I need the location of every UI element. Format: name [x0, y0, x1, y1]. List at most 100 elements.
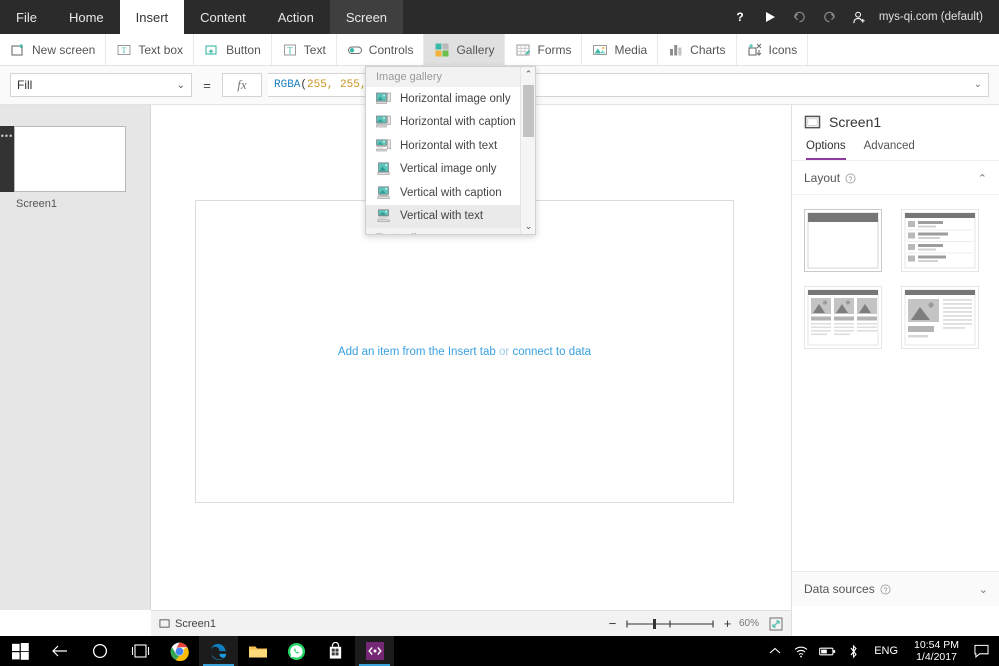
ribbon-charts[interactable]: Charts — [658, 34, 737, 65]
canvas-empty-hint: Add an item from the Insert tab or conne… — [338, 346, 591, 358]
dropdown-item-horizontal-with-caption[interactable]: Horizontal with caption — [366, 111, 535, 135]
screen-icon — [159, 619, 170, 628]
dropdown-item-vertical-with-text[interactable]: Vertical with text — [366, 204, 535, 228]
language-indicator[interactable]: ENG — [866, 645, 906, 657]
ribbon-controls[interactable]: Controls — [337, 34, 425, 65]
canvas-hint-connect-data-link[interactable]: connect to data — [512, 346, 591, 358]
horizontal-with-text-icon — [376, 139, 391, 152]
property-selector[interactable]: Fill ⌄ — [10, 73, 192, 97]
show-hidden-icons-icon[interactable] — [762, 636, 788, 666]
chevron-up-icon[interactable]: ⌃ — [521, 67, 535, 82]
clock-time: 10:54 PM — [914, 639, 959, 651]
store-icon[interactable] — [316, 636, 355, 666]
bluetooth-icon[interactable] — [840, 636, 866, 666]
ribbon-button[interactable]: Button — [194, 34, 272, 65]
ribbon-gallery[interactable]: Gallery — [424, 34, 506, 65]
ribbon-new-screen[interactable]: New screen — [0, 34, 107, 65]
dropdown-item-horizontal-with-text[interactable]: Horizontal with text — [366, 134, 535, 158]
zoom-percent-label: 60% — [739, 618, 760, 629]
canvas-screen1[interactable]: Add an item from the Insert tab or conne… — [195, 200, 734, 503]
chevron-down-icon[interactable]: ⌄ — [979, 583, 988, 596]
fit-to-screen-icon[interactable] — [769, 617, 783, 631]
play-icon[interactable] — [755, 0, 785, 34]
properties-panel-tabs: Options Advanced — [792, 137, 999, 161]
formula-open-paren: ( — [300, 79, 308, 91]
fx-label: fx — [237, 77, 247, 92]
menu-tab-file[interactable]: File — [0, 0, 53, 34]
menu-tab-action[interactable]: Action — [262, 0, 330, 34]
menubar-actions: ? mys-qi.com (default) — [725, 0, 999, 34]
ribbon-icons[interactable]: Icons — [737, 34, 809, 65]
file-explorer-icon[interactable] — [238, 636, 277, 666]
canvas-hint-or: or — [499, 345, 510, 358]
layout-card-image-text[interactable] — [900, 286, 979, 349]
ribbon-media-label: Media — [614, 42, 648, 57]
dropdown-item-vertical-with-caption[interactable]: Vertical with caption — [366, 181, 535, 205]
ribbon-forms[interactable]: Forms — [505, 34, 583, 65]
tab-advanced[interactable]: Advanced — [864, 137, 915, 160]
add-user-icon[interactable] — [845, 0, 875, 34]
dropdown-scrollbar-thumb[interactable] — [523, 85, 534, 137]
cortana-circle-icon[interactable] — [80, 636, 120, 666]
canvas-hint-insert-link[interactable]: Add an item from the Insert tab — [338, 346, 496, 358]
screen-icon — [804, 115, 821, 128]
zoom-slider[interactable] — [624, 617, 716, 631]
back-arrow-icon[interactable] — [40, 636, 80, 666]
layout-card-list[interactable] — [900, 209, 979, 272]
action-center-icon[interactable] — [967, 636, 995, 666]
zoom-in-button[interactable]: + — [722, 616, 733, 631]
data-sources-title-wrap: Data sources ? — [804, 582, 891, 596]
windows-start-icon[interactable] — [0, 636, 40, 666]
ribbon-media[interactable]: Media — [582, 34, 659, 65]
wifi-icon[interactable] — [788, 636, 814, 666]
chrome-icon[interactable] — [160, 636, 199, 666]
fx-button[interactable]: fx — [222, 73, 262, 97]
screen-thumbnail-item[interactable]: ••• — [0, 126, 150, 192]
chevron-up-icon[interactable]: ⌃ — [978, 172, 987, 185]
status-screen-label: Screen1 — [175, 617, 216, 630]
menu-tab-insert-label: Insert — [135, 9, 169, 25]
tab-options[interactable]: Options — [806, 137, 846, 160]
battery-icon[interactable] — [814, 636, 840, 666]
powerapps-icon[interactable] — [355, 636, 394, 666]
zoom-out-button[interactable]: − — [607, 616, 618, 631]
edge-icon[interactable] — [199, 636, 238, 666]
media-icon — [593, 44, 608, 55]
redo-icon[interactable] — [815, 0, 845, 34]
dropdown-item-horizontal-image-only[interactable]: Horizontal image only — [366, 87, 535, 111]
undo-icon[interactable] — [785, 0, 815, 34]
dropdown-item-vertical-image-only[interactable]: Vertical image only — [366, 158, 535, 182]
property-selector-value: Fill — [17, 78, 33, 92]
data-sources-section[interactable]: Data sources ? ⌄ — [792, 571, 999, 606]
layout-card-grid[interactable] — [804, 286, 882, 349]
formula-expand-icon[interactable]: ⌄ — [968, 79, 982, 91]
whatsapp-icon[interactable] — [277, 636, 316, 666]
help-circle-icon[interactable]: ? — [880, 584, 891, 595]
help-circle-icon[interactable]: ? — [845, 173, 856, 184]
status-screen-selector[interactable]: Screen1 — [159, 618, 216, 630]
screen-drag-handle[interactable]: ••• — [0, 126, 14, 192]
question-mark-icon[interactable]: ? — [725, 0, 755, 34]
insert-ribbon: New screen T Text box Button T Text Cont… — [0, 34, 999, 66]
text-box-icon: T — [117, 44, 131, 55]
menu-tab-insert[interactable]: Insert — [119, 0, 185, 34]
ribbon-text-box[interactable]: T Text box — [106, 34, 195, 65]
clock-date-widget[interactable]: 10:54 PM 1/4/2017 — [906, 639, 967, 663]
chevron-down-icon[interactable]: ⌄ — [521, 219, 535, 234]
account-label[interactable]: mys-qi.com (default) — [875, 11, 991, 23]
menu-tab-content[interactable]: Content — [184, 0, 262, 34]
screen-thumbnail-preview[interactable] — [14, 126, 126, 192]
layout-card-blank[interactable] — [804, 209, 882, 272]
formula-function-name: RGBA — [274, 79, 301, 91]
ribbon-forms-label: Forms — [537, 42, 572, 57]
menu-tab-home[interactable]: Home — [53, 0, 120, 34]
dropdown-scrollbar[interactable]: ⌃ ⌄ — [520, 67, 535, 234]
menu-tab-screen[interactable]: Screen — [329, 0, 404, 34]
layout-section-header[interactable]: Layout ? ⌃ — [792, 161, 999, 195]
chevron-down-icon: ⌄ — [176, 79, 185, 91]
ribbon-button-label: Button — [226, 42, 261, 57]
ribbon-text[interactable]: T Text — [272, 34, 337, 65]
menu-tab-list: File Home Insert Content Action Screen — [0, 0, 404, 34]
forms-icon — [516, 44, 531, 55]
task-view-icon[interactable] — [120, 636, 160, 666]
